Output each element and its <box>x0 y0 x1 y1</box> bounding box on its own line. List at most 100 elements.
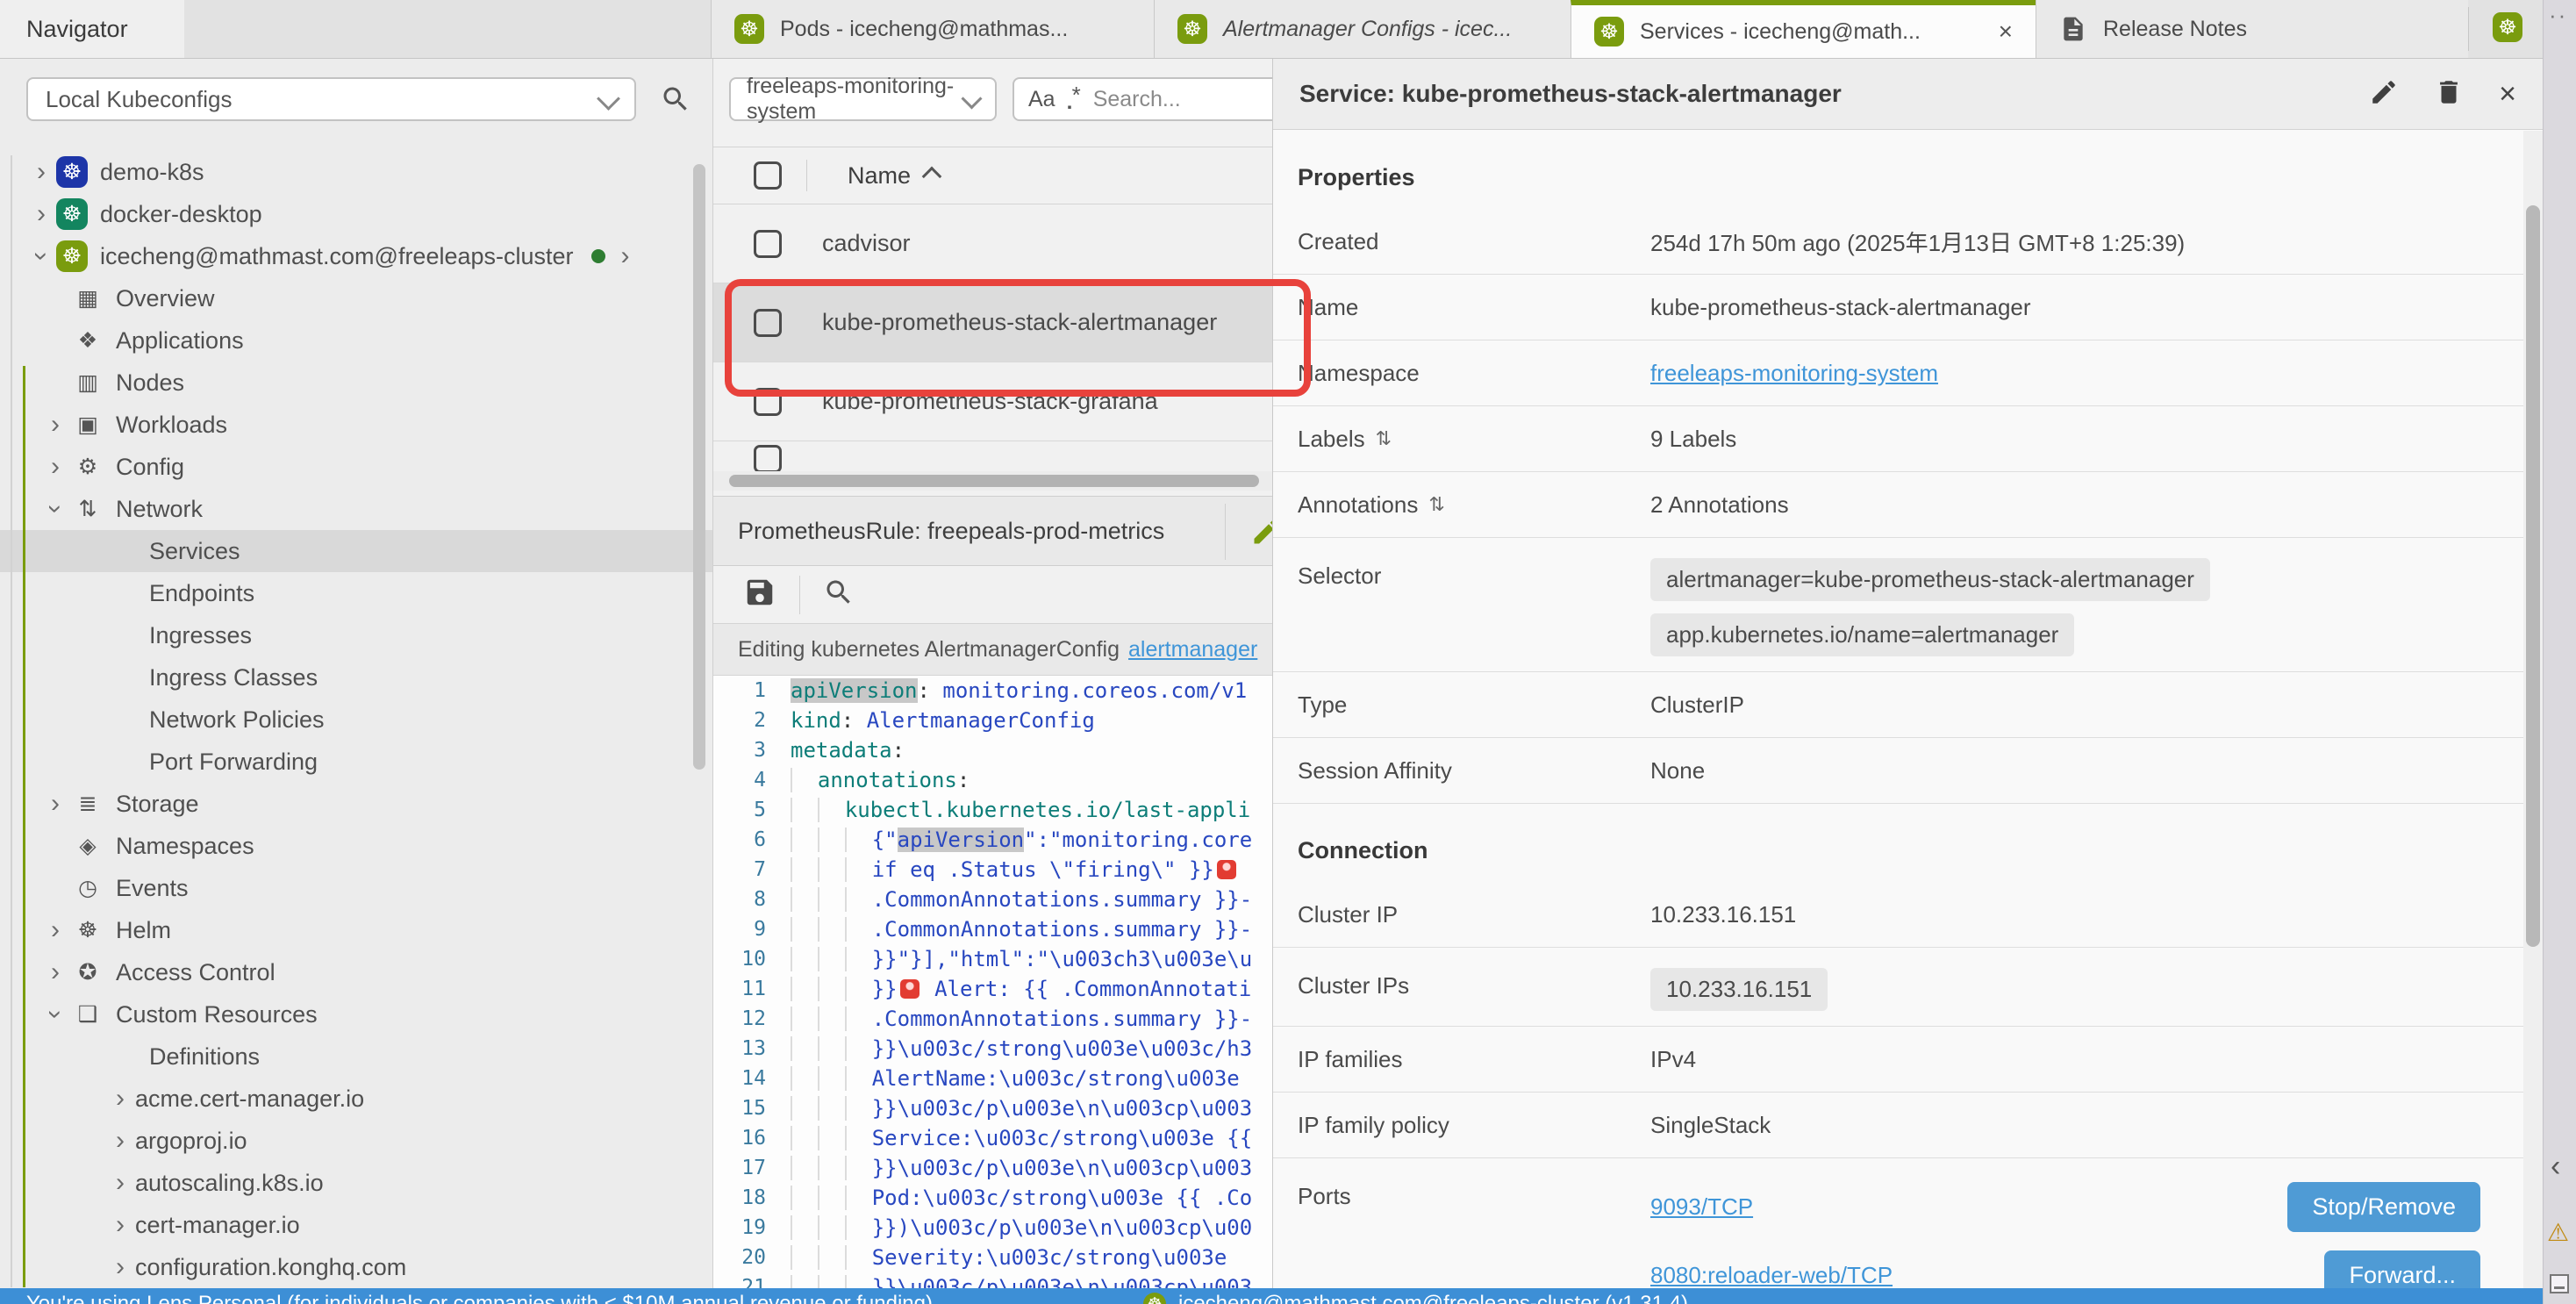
editing-breadcrumb: Editing kubernetes AlertmanagerConfig al… <box>713 623 1272 676</box>
indent-guide <box>845 828 872 852</box>
sidebar-item-config[interactable]: ›⚙Config <box>0 446 712 488</box>
edit-button[interactable] <box>1250 516 1272 554</box>
window-icon[interactable] <box>2550 1274 2569 1293</box>
match-case-icon[interactable]: Aa <box>1028 87 1055 112</box>
tab-4[interactable]: Release Notes <box>2036 0 2468 58</box>
regex-icon[interactable]: ▪* <box>1068 82 1081 117</box>
active-cluster-status-text[interactable]: icecheng@mathmast.com@freeleaps-cluster … <box>1178 1292 1688 1304</box>
chevron-expanded-icon[interactable]: › <box>42 494 68 524</box>
chevron-expanded-icon[interactable]: › <box>28 241 54 271</box>
chevron-collapsed-icon[interactable]: › <box>40 791 70 817</box>
chevron-collapsed-icon[interactable]: › <box>105 1254 135 1280</box>
close-drawer-button[interactable]: × <box>2499 77 2516 111</box>
indent-guide <box>845 1066 872 1091</box>
line-number: 19 <box>713 1216 791 1239</box>
k8s-corner-icon[interactable]: ☸ <box>2493 12 2522 42</box>
code-text: apiVersion <box>898 828 1025 852</box>
tab-2[interactable]: ☸Alertmanager Configs - icec... <box>1154 0 1571 58</box>
yaml-editor[interactable]: 1apiVersion: monitoring.coreos.com/v12ki… <box>713 676 1272 1288</box>
license-status-text: You're using Lens Personal (for individu… <box>26 1292 933 1304</box>
sidebar-item-port-forwarding[interactable]: Port Forwarding <box>0 741 712 783</box>
chevron-collapsed-icon[interactable]: › <box>105 1128 135 1154</box>
drawer-scrollbar[interactable] <box>2523 131 2543 1304</box>
chevron-collapsed-icon[interactable]: › <box>40 412 70 438</box>
port-link[interactable]: 8080:reloader-web/TCP <box>1650 1262 1893 1289</box>
save-button[interactable] <box>743 576 776 613</box>
table-row[interactable] <box>713 441 1272 473</box>
row-checkbox[interactable] <box>754 230 782 258</box>
sidebar-cluster-demo-k8s[interactable]: ›☸demo-k8s <box>0 151 712 193</box>
tab-1[interactable]: ☸Pods - icecheng@mathmas... <box>711 0 1154 58</box>
sidebar-cluster-icecheng@mathmast.com@freeleaps-cluster[interactable]: ›☸icecheng@mathmast.com@freeleaps-cluste… <box>0 235 712 277</box>
table-row[interactable]: cadvisor <box>713 204 1272 283</box>
kubeconfig-select[interactable]: Local Kubeconfigs <box>26 77 636 121</box>
sidebar-item-network[interactable]: ›⇅Network <box>0 488 712 530</box>
sidebar-item-access-control[interactable]: ›✪Access Control <box>0 951 712 993</box>
search-input[interactable]: Aa ▪* Search... <box>1013 77 1272 121</box>
chevron-left-icon[interactable]: ‹ <box>2551 1150 2560 1184</box>
sidebar-item-applications[interactable]: ❖Applications <box>0 319 712 362</box>
nodes-icon: ▥ <box>70 369 105 396</box>
tree-item-label: autoscaling.k8s.io <box>135 1170 324 1197</box>
chevron-collapsed-icon[interactable]: › <box>40 917 70 943</box>
port-link[interactable]: 9093/TCP <box>1650 1193 1753 1221</box>
sidebar-scrollbar[interactable] <box>693 164 705 770</box>
sidebar-search-button[interactable] <box>660 83 691 119</box>
select-all-checkbox[interactable] <box>754 161 782 190</box>
chevron-collapsed-icon[interactable]: › <box>105 1212 135 1238</box>
tree-item-label: Ingresses <box>149 622 252 649</box>
warning-icon[interactable]: ⚠ <box>2547 1218 2569 1247</box>
indent-guide <box>791 977 818 1001</box>
sidebar-item-network-policies[interactable]: Network Policies <box>0 699 712 741</box>
sort-updown-icon[interactable]: ⇅ <box>1428 493 1444 516</box>
delete-service-button[interactable] <box>2434 77 2464 111</box>
namespace-link[interactable]: freeleaps-monitoring-system <box>1650 360 1938 387</box>
chevron-collapsed-icon[interactable]: › <box>40 959 70 985</box>
sidebar-item-configuration-konghq-com[interactable]: ›configuration.konghq.com <box>0 1246 712 1288</box>
code-text: Pod:\u003c/strong\u003e {{ .Co <box>872 1186 1252 1210</box>
code-text: .CommonAnnotations.summary }}- <box>872 1007 1252 1031</box>
sidebar-item-helm[interactable]: ›☸Helm <box>0 909 712 951</box>
sidebar-item-cert-manager-io[interactable]: ›cert-manager.io <box>0 1204 712 1246</box>
sidebar-item-workloads[interactable]: ›▣Workloads <box>0 404 712 446</box>
chevron-collapsed-icon[interactable]: › <box>26 201 56 227</box>
horizontal-scrollbar[interactable] <box>713 471 1272 491</box>
row-checkbox[interactable] <box>754 445 782 473</box>
drawer-scrollbar-thumb[interactable] <box>2526 205 2540 947</box>
port-action-button[interactable]: Stop/Remove <box>2287 1182 2480 1232</box>
chevron-collapsed-icon[interactable]: › <box>105 1170 135 1196</box>
chevron-right-icon[interactable]: › <box>611 243 640 269</box>
sidebar-item-nodes[interactable]: ▥Nodes <box>0 362 712 404</box>
sidebar-item-definitions[interactable]: Definitions <box>0 1035 712 1078</box>
sidebar-item-autoscaling-k8s-io[interactable]: ›autoscaling.k8s.io <box>0 1162 712 1204</box>
sidebar-item-acme-cert-manager-io[interactable]: ›acme.cert-manager.io <box>0 1078 712 1120</box>
sidebar-item-endpoints[interactable]: Endpoints <box>0 572 712 614</box>
sidebar-item-overview[interactable]: ▦Overview <box>0 277 712 319</box>
sidebar-item-argoproj-io[interactable]: ›argoproj.io <box>0 1120 712 1162</box>
chevron-collapsed-icon[interactable]: › <box>40 454 70 480</box>
sidebar-item-events[interactable]: ◷Events <box>0 867 712 909</box>
sidebar-item-services[interactable]: Services <box>0 530 712 572</box>
chevron-expanded-icon[interactable]: › <box>42 999 68 1029</box>
tab-3[interactable]: ☸Services - icecheng@math...× <box>1571 0 2036 58</box>
k8s-icon: ☸ <box>1177 14 1207 44</box>
edit-service-button[interactable] <box>2369 77 2399 111</box>
sidebar-item-namespaces[interactable]: ◈Namespaces <box>0 825 712 867</box>
close-tab-icon[interactable]: × <box>1999 18 2013 46</box>
sidebar-item-ingress-classes[interactable]: Ingress Classes <box>0 656 712 699</box>
service-details-drawer: Service: kube-prometheus-stack-alertmana… <box>1272 59 2543 1304</box>
horizontal-scrollbar-thumb[interactable] <box>729 475 1259 487</box>
tab-label: Services - icecheng@math... <box>1640 19 1921 45</box>
breadcrumb-link[interactable]: alertmanager <box>1128 637 1257 663</box>
value-badge: alertmanager=kube-prometheus-stack-alert… <box>1650 558 2210 601</box>
chevron-collapsed-icon[interactable]: › <box>105 1085 135 1112</box>
chevron-collapsed-icon[interactable]: › <box>26 159 56 185</box>
name-column-header[interactable]: Name <box>848 162 939 190</box>
sort-updown-icon[interactable]: ⇅ <box>1376 427 1392 450</box>
sidebar-cluster-docker-desktop[interactable]: ›☸docker-desktop <box>0 193 712 235</box>
sidebar-item-ingresses[interactable]: Ingresses <box>0 614 712 656</box>
editor-search-button[interactable] <box>823 577 855 613</box>
sidebar-item-storage[interactable]: ›≣Storage <box>0 783 712 825</box>
namespace-select[interactable]: freeleaps-monitoring-system <box>729 77 997 121</box>
sidebar-item-custom-resources[interactable]: ›❑Custom Resources <box>0 993 712 1035</box>
